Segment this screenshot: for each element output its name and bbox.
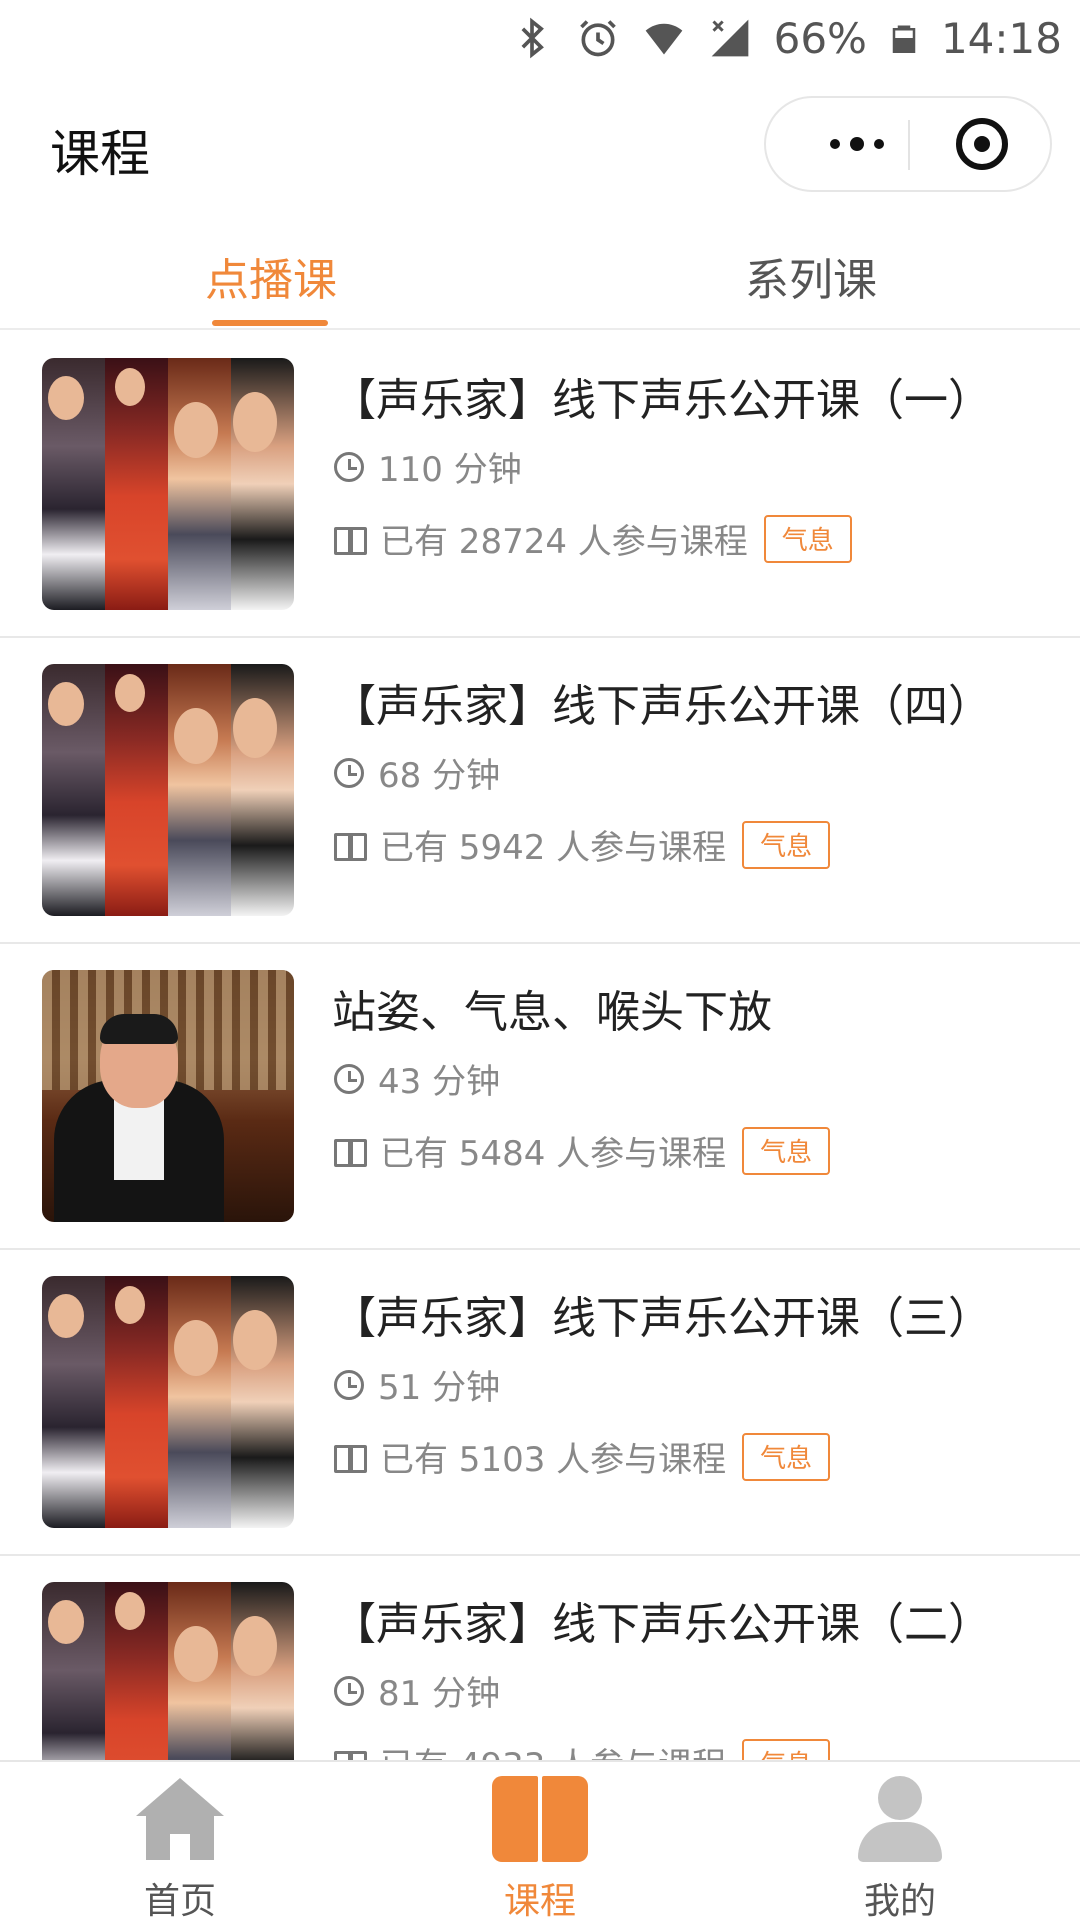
nav-home[interactable]: 首页 [80,1772,280,1920]
course-thumbnail [42,358,294,610]
tab-series[interactable]: 系列课 [745,244,877,308]
battery-percent: 66% [773,13,867,63]
course-participants: 已有 5942 人参与课程 气息 [334,820,831,869]
signal-icon [711,19,748,57]
page-title: 课程 [50,125,150,183]
course-list[interactable]: 【声乐家】线下声乐公开课（一） 110 分钟 已有 28724 人参与课程 气息… [0,332,1080,1760]
participants-text: 已有 5942 人参与课程 [380,828,727,868]
book-icon [492,1776,588,1862]
course-thumbnail [42,1582,294,1760]
course-participants: 已有 28724 人参与课程 气息 [334,514,852,563]
miniprogram-capsule [764,96,1052,192]
course-thumbnail [42,970,294,1222]
duration-text: 51 分钟 [378,1368,501,1408]
header: 课程 [0,76,1080,216]
duration-text: 43 分钟 [378,1062,501,1102]
course-duration: 68 分钟 [334,748,500,797]
course-title: 【声乐家】线下声乐公开课（三） [332,1293,992,1344]
status-bar: 66% 14:18 [0,0,1080,76]
course-title: 站姿、气息、喉头下放 [332,987,772,1038]
participants-text: 已有 5484 人参与课程 [380,1134,727,1174]
capsule-divider [908,120,910,170]
wifi-icon [645,23,682,55]
duration-text: 68 分钟 [378,756,501,796]
book-icon [334,1137,367,1167]
course-item[interactable]: 【声乐家】线下声乐公开课（一） 110 分钟 已有 28724 人参与课程 气息 [0,332,1080,638]
course-duration: 110 分钟 [334,442,522,491]
course-participants: 已有 5484 人参与课程 气息 [334,1126,831,1175]
book-icon [334,1443,367,1473]
nav-courses[interactable]: 课程 [440,1772,640,1920]
course-thumbnail [42,664,294,916]
nav-label: 首页 [143,1881,216,1920]
course-title: 【声乐家】线下声乐公开课（二） [332,1599,992,1650]
course-title: 【声乐家】线下声乐公开课（四） [332,681,992,732]
course-tag: 气息 [742,1738,831,1760]
course-title: 【声乐家】线下声乐公开课（一） [332,375,992,426]
alarm-icon [579,20,616,57]
book-icon [334,1749,367,1760]
active-tab-indicator [212,320,328,326]
clock-icon [334,1369,364,1400]
person-icon [858,1776,942,1862]
clock-time: 14:18 [940,13,1062,63]
course-duration: 43 分钟 [334,1054,500,1103]
participants-text: 已有 28724 人参与课程 [380,522,748,562]
more-icon[interactable] [804,98,910,190]
course-tag: 气息 [742,1126,831,1175]
duration-text: 81 分钟 [378,1674,501,1714]
clock-icon [334,1675,364,1706]
course-thumbnail [42,1276,294,1528]
nav-me[interactable]: 我的 [800,1772,1000,1920]
course-duration: 51 分钟 [334,1360,500,1409]
participants-text: 已有 5103 人参与课程 [380,1440,727,1480]
book-icon [334,831,367,861]
battery-icon [892,25,916,53]
duration-text: 110 分钟 [378,450,522,490]
course-tag: 气息 [742,1432,831,1481]
home-icon [136,1778,224,1860]
course-participants: 已有 5103 人参与课程 气息 [334,1432,831,1481]
course-participants: 已有 4933 人参与课程 气息 [334,1738,831,1760]
bottom-nav: 首页 课程 我的 [0,1760,1080,1920]
clock-icon [334,451,364,482]
course-item[interactable]: 【声乐家】线下声乐公开课（四） 68 分钟 已有 5942 人参与课程 气息 [0,638,1080,944]
clock-icon [334,1063,364,1094]
course-duration: 81 分钟 [334,1666,500,1715]
close-miniprogram-icon[interactable] [956,118,1008,170]
course-tabs: 点播课 系列课 [0,216,1080,330]
course-item[interactable]: 【声乐家】线下声乐公开课（三） 51 分钟 已有 5103 人参与课程 气息 [0,1250,1080,1556]
bluetooth-icon [521,17,544,59]
tab-on-demand[interactable]: 点播课 [205,244,337,308]
book-icon [334,525,367,555]
course-tag: 气息 [763,514,852,563]
course-tag: 气息 [742,820,831,869]
clock-icon [334,757,364,788]
course-item[interactable]: 站姿、气息、喉头下放 43 分钟 已有 5484 人参与课程 气息 [0,944,1080,1250]
course-item[interactable]: 【声乐家】线下声乐公开课（二） 81 分钟 已有 4933 人参与课程 气息 [0,1556,1080,1760]
nav-label: 课程 [503,1881,576,1920]
nav-label: 我的 [863,1881,936,1920]
participants-text: 已有 4933 人参与课程 [380,1738,726,1760]
